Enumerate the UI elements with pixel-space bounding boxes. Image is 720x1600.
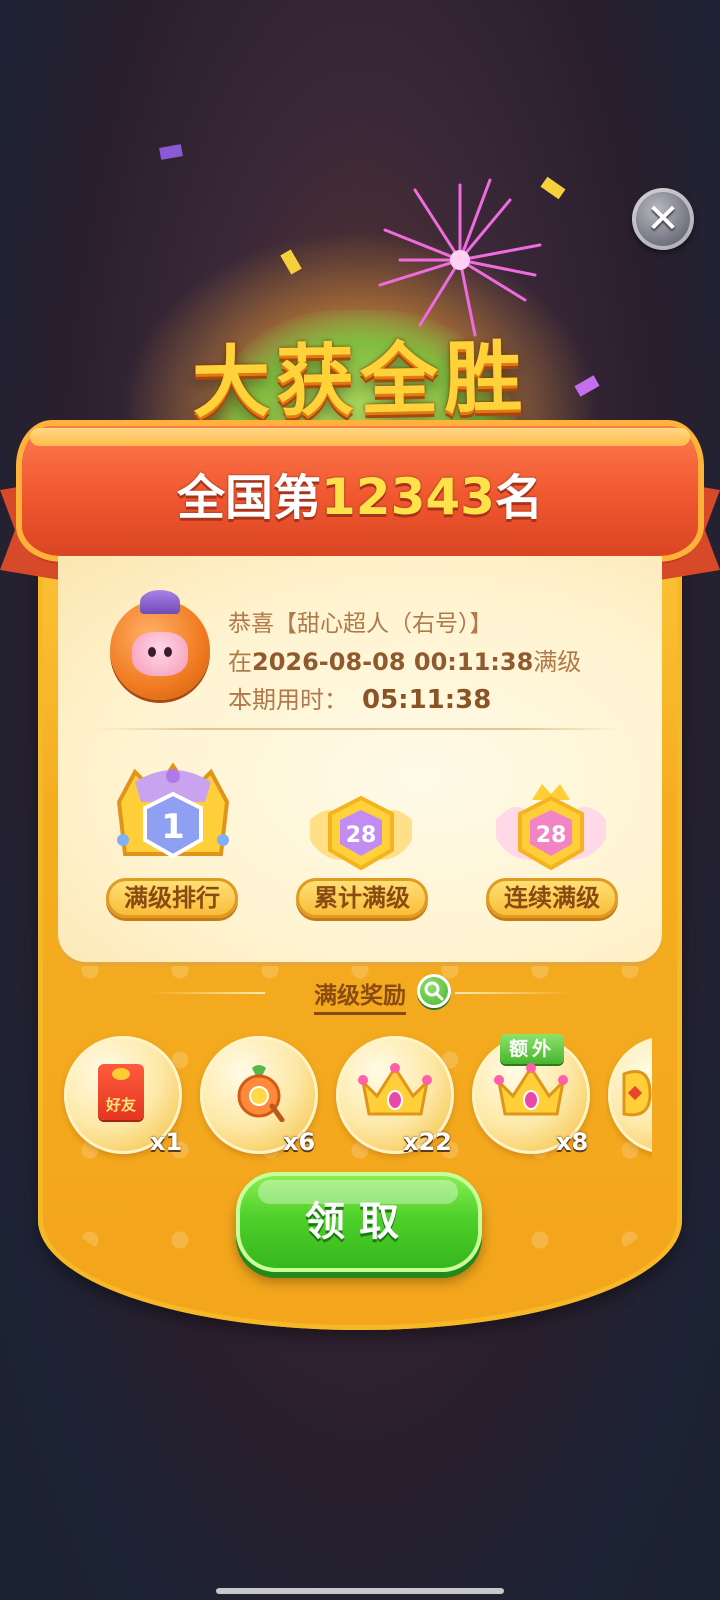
rank-prefix: 全国第 <box>177 470 322 526</box>
total-level-badge-icon[interactable]: 28 <box>302 790 420 874</box>
badge-label-total[interactable]: 累计满级 <box>296 878 428 918</box>
total-badge-value: 28 <box>346 823 377 848</box>
extra-reward-tag: 额外 <box>500 1034 564 1064</box>
red-packet-label: 好友 <box>105 1096 136 1114</box>
close-icon: ✕ <box>646 196 680 242</box>
avatar-face <box>132 632 188 676</box>
reward-divider-left <box>150 992 265 994</box>
period-time: 05:11:38 <box>362 685 492 715</box>
crown-icon <box>358 1063 432 1116</box>
level-time: 2026-08-08 00:11:38 <box>252 648 534 676</box>
congrats-line: 恭喜【甜心超人（右号）】 <box>228 604 493 638</box>
rank-badge-value: 1 <box>161 807 185 847</box>
ribbon-highlight <box>30 428 690 446</box>
avatar-eye <box>164 647 172 657</box>
level-time-suffix: 满级 <box>533 648 582 676</box>
rank-number: 12343 <box>321 468 495 526</box>
avatar-eye <box>148 647 156 657</box>
crown-rank-icon[interactable]: 1 <box>105 762 241 872</box>
streak-level-badge-icon[interactable]: 28 <box>492 780 610 876</box>
search-icon <box>424 981 444 1001</box>
reward-quantity: x22 <box>403 1128 452 1156</box>
national-rank: 全国第12343名 <box>22 458 698 528</box>
badge-label-rank[interactable]: 满级排行 <box>106 878 238 918</box>
close-button[interactable]: ✕ <box>632 188 694 250</box>
victory-title: 大获全胜 <box>191 333 529 429</box>
avatar-hat <box>140 590 180 614</box>
player-nickname: 【甜心超人（右号）】 <box>274 611 493 637</box>
crown-icon <box>494 1063 568 1116</box>
claim-button-shine <box>258 1180 458 1204</box>
reward-quantity: x1 <box>150 1128 183 1156</box>
badge-label-streak[interactable]: 连续满级 <box>486 878 618 918</box>
level-time-prefix: 在 <box>228 648 252 676</box>
period-label: 本期用时： <box>228 686 348 714</box>
reward-title[interactable]: 满级奖励 <box>314 976 406 1015</box>
rank-suffix: 名 <box>494 470 543 526</box>
partial-item-icon <box>622 1070 652 1117</box>
reward-quantity: x6 <box>283 1128 316 1156</box>
divider <box>94 728 624 730</box>
home-indicator[interactable] <box>216 1588 504 1594</box>
reward-search-button[interactable] <box>417 974 451 1008</box>
confetti-piece <box>159 144 183 160</box>
reward-quantity: x8 <box>556 1128 589 1156</box>
period-time-line: 本期用时： 05:11:38 <box>228 680 491 715</box>
level-time-line: 在2026-08-08 00:11:38满级 <box>228 642 581 677</box>
reward-item-partial[interactable] <box>606 1030 652 1160</box>
red-packet-coin <box>112 1068 130 1080</box>
congrats-prefix: 恭喜 <box>228 611 274 637</box>
streak-badge-value: 28 <box>536 823 567 848</box>
magic-orb-icon <box>237 1065 285 1122</box>
reward-divider-right <box>455 992 570 994</box>
